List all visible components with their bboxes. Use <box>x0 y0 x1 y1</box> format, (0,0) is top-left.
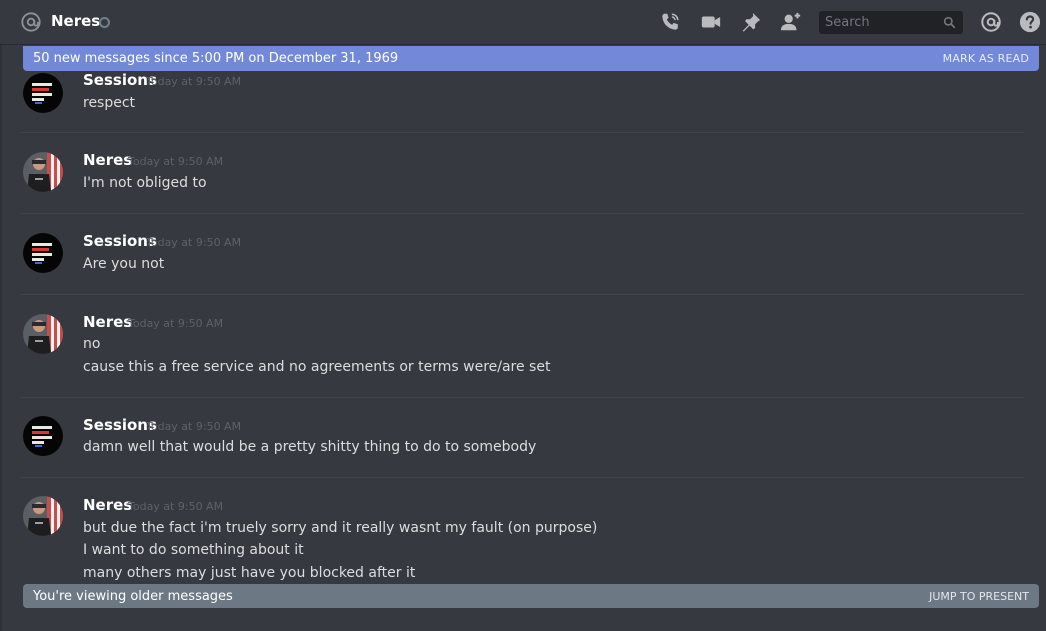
message-text: I want to do something about it <box>83 542 304 558</box>
status-indicator <box>99 17 110 28</box>
avatar[interactable] <box>23 73 63 113</box>
sessions-avatar-image <box>23 416 63 456</box>
message-author[interactable]: Neres <box>83 496 132 514</box>
older-messages-bar[interactable]: You're viewing older messages JUMP TO PR… <box>23 584 1039 608</box>
avatar[interactable] <box>23 416 63 456</box>
message-text: damn well that would be a pretty shitty … <box>83 439 537 455</box>
message-list[interactable]: Sessions Today at 9:50 AM respect Neres … <box>0 71 1046 583</box>
pin-icon[interactable] <box>740 11 762 33</box>
message-text: respect <box>83 95 136 111</box>
search-input[interactable] <box>819 11 943 34</box>
search-box[interactable] <box>819 11 963 34</box>
message-timestamp: Today at 9:50 AM <box>146 75 242 88</box>
message-author[interactable]: Neres <box>83 313 132 331</box>
jump-to-present-button[interactable]: JUMP TO PRESENT <box>929 590 1029 603</box>
message-timestamp: Today at 9:50 AM <box>128 500 224 513</box>
message-text: cause this a free service and no agreeme… <box>83 359 551 375</box>
message-timestamp: Today at 9:50 AM <box>128 155 224 168</box>
message-text: many others may just have you blocked af… <box>83 565 416 581</box>
message-text: Are you not <box>83 256 165 272</box>
search-icon[interactable] <box>943 16 956 29</box>
message-divider <box>20 132 1024 133</box>
call-icon[interactable] <box>659 11 681 33</box>
message-text: but due the fact i'm truely sorry and it… <box>83 520 598 536</box>
neres-avatar-image <box>23 314 63 354</box>
video-icon[interactable] <box>700 11 722 33</box>
message-group: Sessions Today at 9:50 AM Are you not <box>20 232 1024 292</box>
new-messages-text: 50 new messages since 5:00 PM on Decembe… <box>33 51 399 66</box>
message-text: no <box>83 336 101 352</box>
neres-avatar-image <box>23 152 63 192</box>
message-group: Sessions Today at 9:50 AM damn well that… <box>20 416 1024 476</box>
add-friend-icon[interactable] <box>780 11 802 33</box>
avatar[interactable] <box>23 233 63 273</box>
channel-title: Neres <box>51 12 101 30</box>
avatar[interactable] <box>23 314 63 354</box>
message-group: Neres Today at 9:50 AM I'm not obliged t… <box>20 151 1024 211</box>
help-icon[interactable] <box>1019 11 1041 33</box>
message-divider <box>20 213 1024 214</box>
message-timestamp: Today at 9:50 AM <box>146 420 242 433</box>
message-group: Neres Today at 9:50 AM no cause this a f… <box>20 313 1024 395</box>
avatar[interactable] <box>23 496 63 536</box>
message-timestamp: Today at 9:50 AM <box>146 236 242 249</box>
at-icon <box>21 12 41 32</box>
message-group: Neres Today at 9:50 AM but due the fact … <box>20 496 1024 583</box>
message-divider <box>20 477 1024 478</box>
message-group: Sessions Today at 9:50 AM respect <box>20 71 1024 131</box>
mentions-icon[interactable] <box>980 11 1002 33</box>
avatar[interactable] <box>23 152 63 192</box>
channel-header: Neres <box>0 0 1046 44</box>
older-messages-text: You're viewing older messages <box>33 589 233 604</box>
message-author[interactable]: Neres <box>83 151 132 169</box>
mark-as-read-button[interactable]: MARK AS READ <box>943 52 1029 65</box>
message-text: I'm not obliged to <box>83 175 207 191</box>
sessions-avatar-image <box>23 73 63 113</box>
neres-avatar-image <box>23 496 63 536</box>
message-timestamp: Today at 9:50 AM <box>128 317 224 330</box>
sessions-avatar-image <box>23 233 63 273</box>
message-divider <box>20 294 1024 295</box>
new-messages-bar[interactable]: 50 new messages since 5:00 PM on Decembe… <box>23 46 1039 71</box>
message-divider <box>20 397 1024 398</box>
